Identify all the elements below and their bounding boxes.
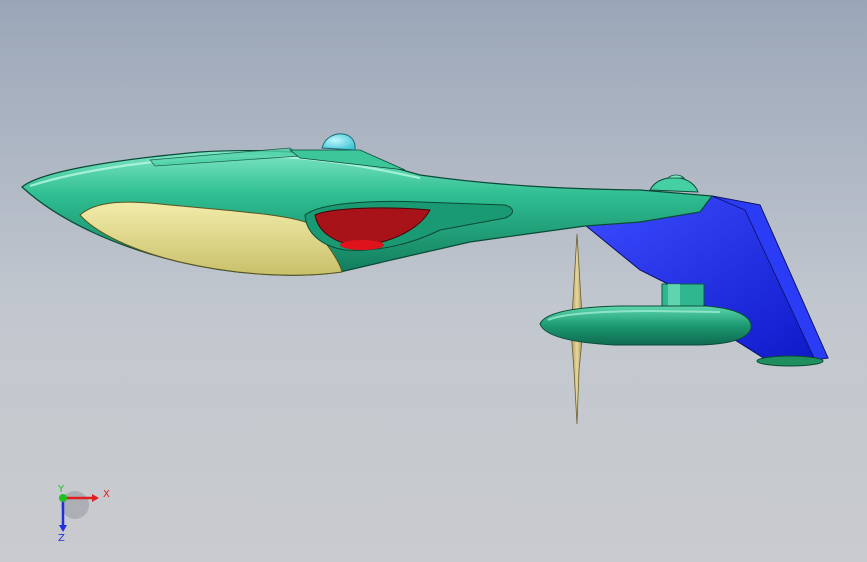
canopy[interactable] (321, 133, 356, 151)
y-axis-point (59, 494, 67, 502)
axis-triad: X Y Z (57, 484, 110, 544)
3d-viewport[interactable]: X Y Z (0, 0, 867, 562)
y-axis-label: Y (57, 484, 65, 495)
z-axis-label: Z (58, 533, 65, 544)
engine-pylon (661, 283, 705, 309)
x-axis-label: X (103, 489, 110, 500)
tail-fin[interactable] (649, 174, 699, 193)
engine-nacelle[interactable] (539, 305, 752, 346)
